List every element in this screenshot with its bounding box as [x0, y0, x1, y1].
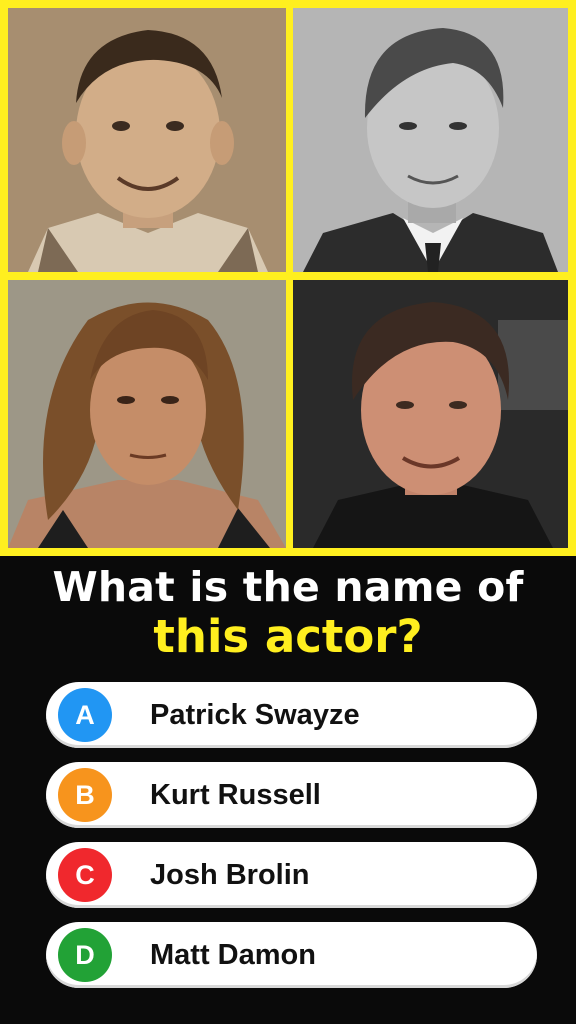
answer-option-c[interactable]: C Josh Brolin [46, 842, 537, 908]
answer-option-b[interactable]: B Kurt Russell [46, 762, 537, 828]
answer-badge-c: C [58, 848, 112, 902]
answer-text-b: Kurt Russell [150, 779, 321, 811]
question-line-2: this actor? [153, 610, 423, 663]
long-hair-photo [8, 280, 286, 548]
answer-badge-a: A [58, 688, 112, 742]
question-text: What is the name of this actor? [0, 562, 576, 662]
answer-text-c: Josh Brolin [150, 859, 310, 891]
answer-badge-d: D [58, 928, 112, 982]
photo-grid [0, 0, 576, 556]
answer-option-d[interactable]: D Matt Damon [46, 922, 537, 988]
older-photo [293, 280, 568, 548]
answer-text-a: Patrick Swayze [150, 699, 360, 731]
answer-list: A Patrick Swayze B Kurt Russell C Josh B… [46, 682, 537, 1002]
answer-option-a[interactable]: A Patrick Swayze [46, 682, 537, 748]
answer-text-d: Matt Damon [150, 939, 316, 971]
answer-badge-b: B [58, 768, 112, 822]
question-line-1: What is the name of [52, 563, 524, 611]
yearbook-photo [293, 8, 568, 272]
childhood-photo [8, 8, 286, 272]
